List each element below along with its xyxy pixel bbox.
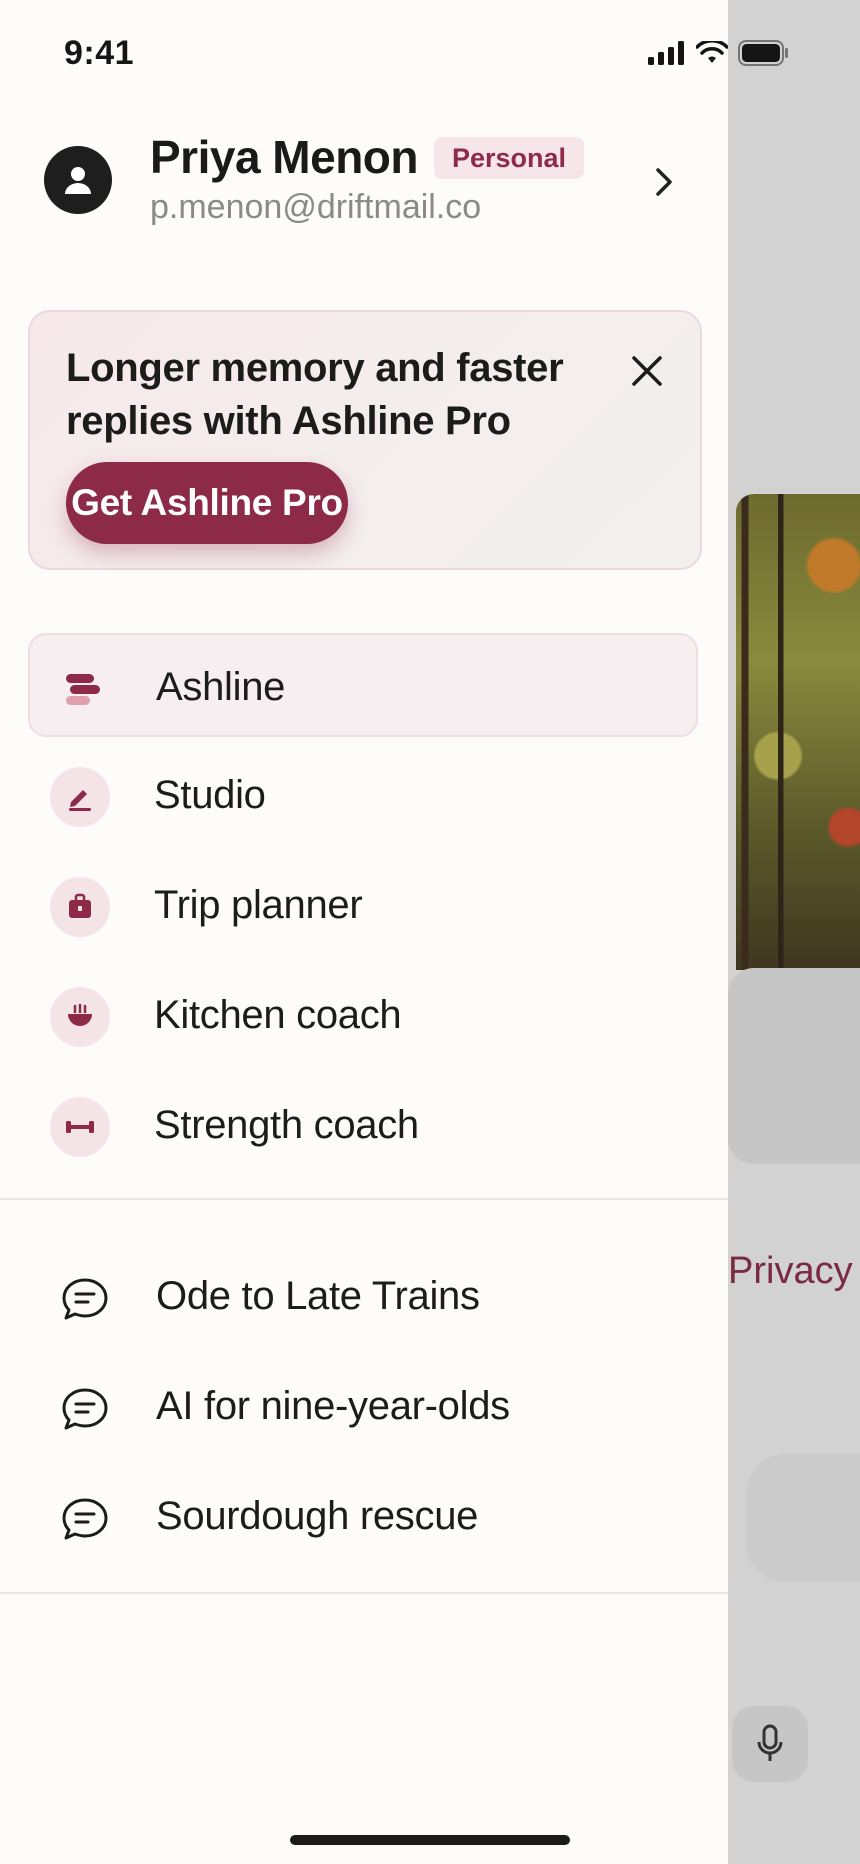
chat-title: Ode to Late Trains <box>156 1274 480 1318</box>
nav-item-trip-planner[interactable]: Trip planner <box>28 853 698 957</box>
chat-item-ai-for-nine-year-olds[interactable]: AI for nine-year-olds <box>28 1354 698 1458</box>
pencil-icon <box>50 767 110 827</box>
chevron-right-icon <box>644 162 684 202</box>
nav-item-kitchen-coach[interactable]: Kitchen coach <box>28 963 698 1067</box>
suitcase-icon <box>50 877 110 937</box>
nav-label: Trip planner <box>154 883 363 927</box>
chat-bubble-icon <box>58 1492 112 1546</box>
nav-label: Kitchen coach <box>154 993 402 1037</box>
nav-label: Strength coach <box>154 1103 419 1147</box>
dumbbell-icon <box>50 1097 110 1157</box>
nav-item-strength-coach[interactable]: Strength coach <box>28 1073 698 1177</box>
avatar <box>44 146 112 214</box>
privacy-link: Privacy <box>728 1250 853 1292</box>
chat-item-ode-to-late-trains[interactable]: Ode to Late Trains <box>28 1244 698 1348</box>
divider <box>0 1198 728 1200</box>
close-icon[interactable] <box>620 344 674 398</box>
nav-label: Studio <box>154 773 266 817</box>
status-icons <box>648 39 790 71</box>
background-card <box>728 968 860 1164</box>
nav-label: Ashline <box>156 665 286 709</box>
background-photo <box>736 494 860 970</box>
nav-item-studio[interactable]: Studio <box>28 743 698 847</box>
cellular-signal-icon <box>648 41 686 70</box>
side-drawer: 9:41 Priya Menon Personal p.menon@driftm… <box>0 0 788 1864</box>
profile-name: Priya Menon <box>150 131 419 183</box>
chat-title: Sourdough rescue <box>156 1494 479 1538</box>
bowl-icon <box>50 987 110 1047</box>
get-pro-button[interactable]: Get Ashline Pro <box>66 462 348 544</box>
wifi-icon <box>695 39 729 70</box>
nav-item-ashline[interactable]: Ashline <box>28 633 698 737</box>
battery-icon <box>738 40 790 71</box>
upgrade-promo-card: Longer memory and faster replies with As… <box>28 310 702 570</box>
home-indicator[interactable] <box>290 1835 570 1845</box>
profile-email: p.menon@driftmail.co <box>150 188 482 226</box>
chat-bubble-icon <box>58 1272 112 1326</box>
ashline-logo-icon <box>52 659 112 719</box>
chat-title: AI for nine-year-olds <box>156 1384 510 1428</box>
status-bar: 9:41 <box>0 0 788 108</box>
microphone-icon <box>732 1706 808 1782</box>
chat-item-sourdough-rescue[interactable]: Sourdough rescue <box>28 1464 698 1568</box>
person-icon <box>65 167 91 194</box>
chat-bubble-icon <box>58 1382 112 1436</box>
promo-text: Longer memory and faster replies with As… <box>66 346 564 443</box>
status-time: 9:41 <box>64 34 135 72</box>
divider <box>0 1592 728 1594</box>
plan-badge: Personal <box>434 137 585 179</box>
background-input <box>746 1454 860 1582</box>
profile-row[interactable]: Priya Menon Personal p.menon@driftmail.c… <box>44 130 694 240</box>
